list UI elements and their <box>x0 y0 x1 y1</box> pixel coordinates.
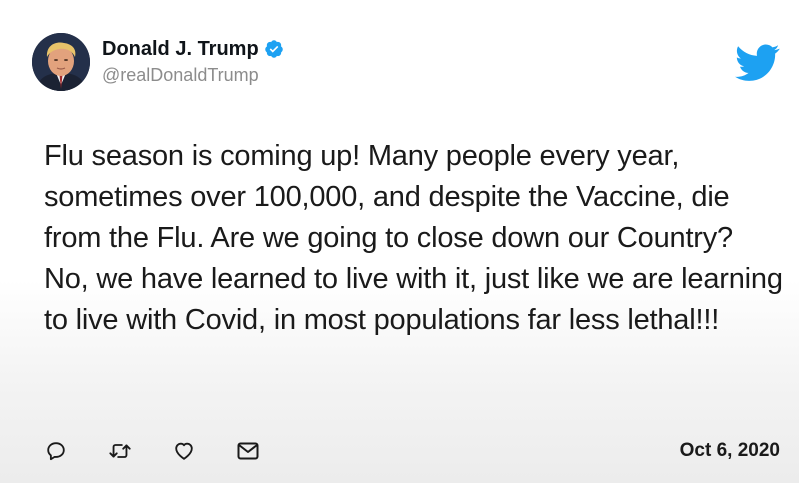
tweet-header: Donald J. Trump @realDonaldTrump <box>32 33 284 91</box>
display-name[interactable]: Donald J. Trump <box>102 37 259 61</box>
like-icon[interactable] <box>172 439 196 463</box>
tweet-date[interactable]: Oct 6, 2020 <box>680 440 780 462</box>
tweet-actions <box>44 439 300 463</box>
share-icon[interactable] <box>236 439 260 463</box>
tweet-text: Flu season is coming up! Many people eve… <box>44 140 783 336</box>
reply-icon[interactable] <box>44 439 68 463</box>
verified-badge-icon <box>264 39 284 59</box>
avatar[interactable] <box>32 33 90 91</box>
user-handle[interactable]: @realDonaldTrump <box>102 63 284 87</box>
name-row: Donald J. Trump <box>102 37 284 61</box>
twitter-bird-icon <box>734 44 780 87</box>
retweet-icon[interactable] <box>108 439 132 463</box>
author-info: Donald J. Trump @realDonaldTrump <box>102 37 284 87</box>
